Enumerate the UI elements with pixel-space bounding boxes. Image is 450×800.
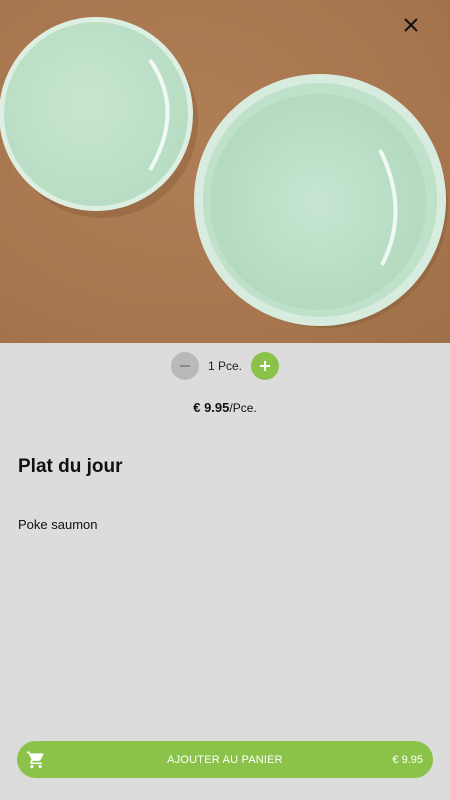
quantity-stepper: 1 Pce. xyxy=(0,352,450,380)
quantity-value: 1 Pce. xyxy=(207,359,243,373)
product-image xyxy=(0,0,450,343)
product-title: Plat du jour xyxy=(18,456,123,477)
minus-icon xyxy=(180,365,190,367)
increase-quantity-button[interactable] xyxy=(251,352,279,380)
add-to-cart-button[interactable]: AJOUTER AU PANIER € 9.95 xyxy=(17,741,433,778)
plates-illustration xyxy=(0,17,448,328)
unit-price: € 9.95/Pce. xyxy=(0,400,450,415)
cart-total: € 9.95 xyxy=(392,753,423,766)
product-description: Poke saumon xyxy=(18,517,98,532)
plus-icon xyxy=(260,361,270,371)
decrease-quantity-button[interactable] xyxy=(171,352,199,380)
add-to-cart-label: AJOUTER AU PANIER xyxy=(167,753,283,766)
close-button[interactable] xyxy=(404,18,428,42)
close-icon xyxy=(404,18,418,32)
price-amount: € 9.95 xyxy=(193,400,230,415)
price-unit: /Pce. xyxy=(229,401,257,415)
